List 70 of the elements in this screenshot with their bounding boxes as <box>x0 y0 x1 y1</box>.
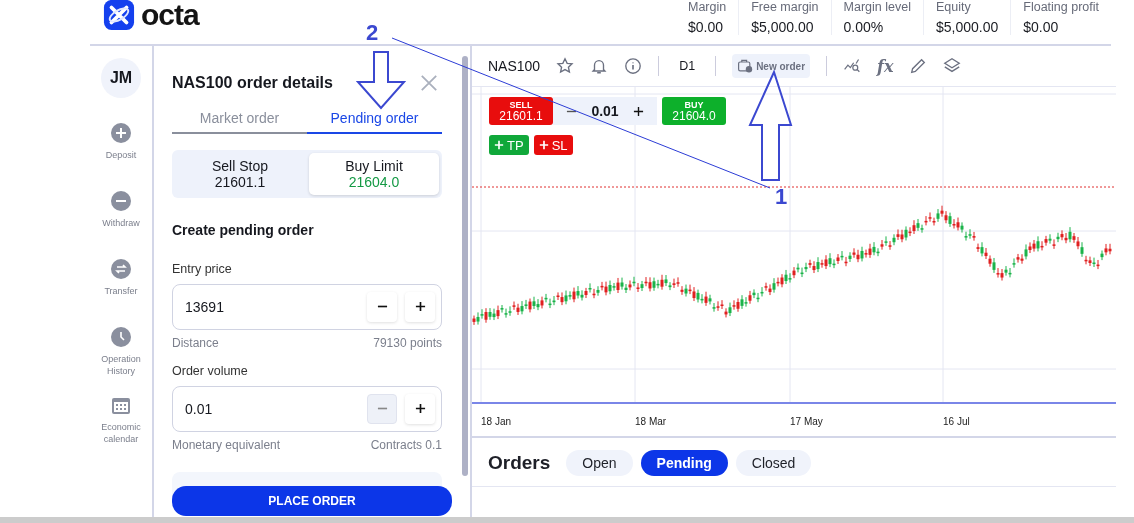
annotation-number: 2 <box>366 22 379 44</box>
indicator-icon[interactable] <box>843 57 862 75</box>
plus-icon <box>494 140 504 150</box>
number-field[interactable]: 13691 <box>172 283 442 330</box>
formula-button[interactable]: fx <box>877 56 894 76</box>
bell-icon[interactable] <box>590 57 609 75</box>
axis-label: 18 Mar <box>635 416 667 427</box>
summary-label: Free margin <box>751 0 819 14</box>
summary-label: Equity <box>935 0 972 14</box>
scrollbar[interactable] <box>462 56 468 476</box>
note-value: Contracts 0.1 <box>370 437 442 452</box>
axis-label: 18 Jan <box>481 416 512 427</box>
summary-value: 0.00% <box>843 19 885 35</box>
plus-icon[interactable] <box>632 105 644 117</box>
panel-title: NAS100 order details <box>172 73 333 92</box>
sidebar-label[interactable]: Transfer <box>93 285 149 297</box>
orders-filter[interactable]: Closed <box>735 450 812 476</box>
note-value: 79130 points <box>373 335 442 350</box>
timeframe-button[interactable]: D1 <box>675 59 700 73</box>
field-label: Entry price <box>172 261 233 276</box>
decrease-button[interactable] <box>367 291 397 322</box>
calendar-icon[interactable] <box>111 395 131 415</box>
info-icon[interactable] <box>624 57 643 75</box>
sell-button[interactable]: SELL 21601.1 <box>489 97 553 125</box>
summary-value: $0.00 <box>1023 19 1060 35</box>
number-field[interactable]: 0.01 <box>172 385 442 432</box>
summary-value: $5,000.00 <box>935 19 999 35</box>
summary-value: $5,000.00 <box>751 19 815 35</box>
summary-label: Floating profit <box>1023 0 1099 14</box>
symbol-name[interactable]: NAS100 <box>488 58 541 74</box>
plus-icon <box>538 140 549 150</box>
orders-filter[interactable]: Open <box>566 450 633 476</box>
transfer-icon[interactable] <box>111 259 131 279</box>
axis-label: 17 May <box>790 416 823 427</box>
pencil-icon[interactable] <box>909 57 928 75</box>
new-order-button[interactable]: New order <box>732 54 811 78</box>
summary-label: Margin level <box>843 0 911 14</box>
briefcase-icon <box>737 58 754 74</box>
star-icon[interactable] <box>556 57 575 75</box>
sidebar-label[interactable]: Operation History <box>93 353 149 377</box>
sidebar-label[interactable]: Economic calendar <box>93 421 149 445</box>
stop-loss-button[interactable]: SL <box>533 135 573 155</box>
axis-label: 16 Jul <box>943 416 970 427</box>
sidebar-label[interactable]: Withdraw <box>93 217 149 229</box>
layers-icon[interactable] <box>943 57 962 75</box>
user-avatar[interactable]: JM <box>101 58 141 98</box>
increase-button[interactable] <box>405 393 435 424</box>
increase-button[interactable] <box>405 291 435 322</box>
order-type-option[interactable]: Buy Limit 21604.0 <box>309 152 439 195</box>
note-label: Monetary equivalent <box>172 437 281 452</box>
orders-title: Orders <box>488 452 551 474</box>
brand-name: octa <box>141 0 199 32</box>
place-order-button[interactable]: PLACE ORDER <box>172 485 452 516</box>
volume-stepper[interactable]: 0.01 <box>553 97 657 125</box>
plus-icon <box>414 403 426 415</box>
field-label: Order volume <box>172 363 249 378</box>
summary-label: Margin <box>687 0 727 14</box>
order-tab[interactable]: Pending order <box>307 103 442 134</box>
section-title: Create pending order <box>172 221 315 238</box>
annotation-number: 1 <box>775 186 788 208</box>
annotation-arrow <box>355 51 407 110</box>
orders-filter[interactable]: Pending <box>640 450 728 476</box>
clock-icon[interactable] <box>111 327 131 347</box>
minus-icon[interactable] <box>111 191 131 211</box>
order-type-option[interactable]: Sell Stop 21601.1 <box>175 152 305 195</box>
note-label: Distance <box>172 335 219 350</box>
sidebar-label[interactable]: Deposit <box>93 149 149 161</box>
plus-icon <box>414 301 426 313</box>
summary-value: $0.00 <box>687 19 724 35</box>
close-icon[interactable] <box>420 73 438 92</box>
